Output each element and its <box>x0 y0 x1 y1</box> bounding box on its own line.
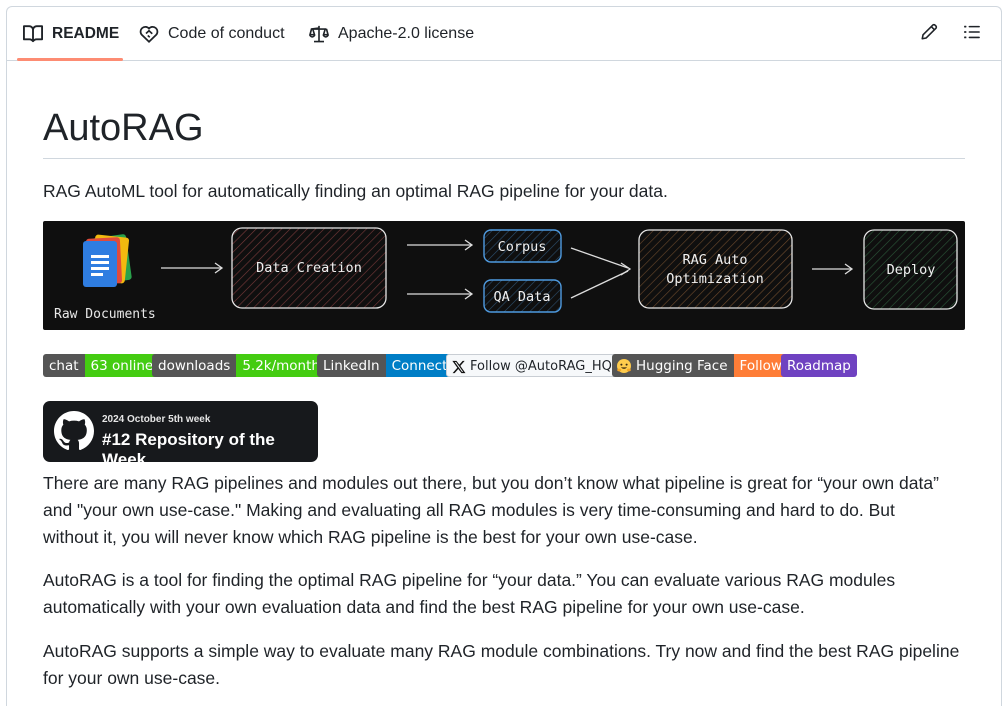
paragraph-line: without it, you will never know which RA… <box>43 527 698 547</box>
data-creation-label: Data Creation <box>256 260 362 276</box>
paragraph-line: AutoRAG is a tool for finding the optima… <box>43 570 896 590</box>
paragraph-line: There are many RAG pipelines and modules… <box>43 473 939 493</box>
edit-readme-button[interactable] <box>917 22 941 46</box>
rag-auto-label-line2: Optimization <box>666 271 764 287</box>
badge-value: Follow <box>733 354 788 377</box>
badge-label: Hugging Face <box>636 357 728 374</box>
rag-auto-optimization-box <box>638 229 793 309</box>
badge-value: Connect <box>385 354 454 377</box>
roadmap-badge[interactable]: Roadmap <box>781 354 857 377</box>
badge-value: 5.2k/month <box>236 354 326 377</box>
intro-paragraph-2: AutoRAG is a tool for finding the optima… <box>43 567 973 621</box>
paragraph-line: for your own use-case. <box>43 668 221 688</box>
tab-code-of-conduct[interactable]: Code of conduct <box>139 7 285 61</box>
list-icon <box>963 23 981 46</box>
readme-tagline: RAG AutoML tool for automatically findin… <box>43 181 668 201</box>
badge-label: Roadmap <box>787 357 851 374</box>
linkedin-badge[interactable]: LinkedIn Connect <box>317 354 454 377</box>
tab-readme-label: README <box>52 25 120 42</box>
readme-tab-bar: README Code of conduct Apache-2.0 licens… <box>7 7 1001 61</box>
tab-license-label: Apache-2.0 license <box>338 25 475 42</box>
rotw-week: 2024 October 5th week <box>102 414 211 425</box>
rag-auto-label-line1: RAG Auto <box>682 252 747 268</box>
readme-title: AutoRAG <box>43 107 204 149</box>
documents-icon <box>83 234 132 287</box>
rotw-rank: #12 Repository of the Week <box>102 430 275 469</box>
x-logo-icon <box>447 355 470 376</box>
raw-documents-label: Raw Documents <box>54 307 156 322</box>
repository-of-the-week-banner[interactable]: 2024 October 5th week #12 Repository of … <box>43 401 318 469</box>
tab-license[interactable]: Apache-2.0 license <box>309 7 474 61</box>
readme-panel: README Code of conduct Apache-2.0 licens… <box>6 6 1002 706</box>
badge-label: LinkedIn <box>317 354 386 377</box>
hugging-face-badge[interactable]: Hugging Face Follow <box>612 354 788 377</box>
qa-data-label: QA Data <box>494 289 551 305</box>
heart-handshake-icon <box>139 24 159 44</box>
corpus-label: Corpus <box>498 239 547 255</box>
badge-label: Follow @AutoRAG_HQ <box>470 359 612 374</box>
badge-value: 63 online <box>84 354 160 377</box>
paragraph-line: and "your own use-case." Making and eval… <box>43 500 895 520</box>
tab-readme[interactable]: README <box>23 7 119 61</box>
outline-button[interactable] <box>960 22 984 46</box>
intro-paragraph-3: AutoRAG supports a simple way to evaluat… <box>43 638 973 692</box>
active-tab-indicator <box>17 58 123 61</box>
badge-label: chat <box>43 354 85 377</box>
paragraph-line: automatically with your own evaluation d… <box>43 597 805 617</box>
chat-badge[interactable]: chat 63 online <box>43 354 160 377</box>
paragraph-line: AutoRAG supports a simple way to evaluat… <box>43 641 960 661</box>
twitter-follow-badge[interactable]: Follow @AutoRAG_HQ <box>446 354 619 377</box>
downloads-badge[interactable]: downloads 5.2k/month <box>152 354 326 377</box>
title-divider <box>43 158 965 159</box>
law-scale-icon <box>309 24 329 44</box>
tab-code-of-conduct-label: Code of conduct <box>168 25 285 42</box>
github-logo-icon <box>54 411 94 456</box>
deploy-label: Deploy <box>887 262 936 278</box>
pipeline-diagram: Raw Documents Data Creation Corpus QA Da… <box>43 221 965 330</box>
pencil-icon <box>920 23 938 46</box>
intro-paragraph-1: There are many RAG pipelines and modules… <box>43 470 973 551</box>
hugging-face-icon <box>616 354 636 377</box>
badge-label: downloads <box>152 354 237 377</box>
book-icon <box>23 24 43 44</box>
